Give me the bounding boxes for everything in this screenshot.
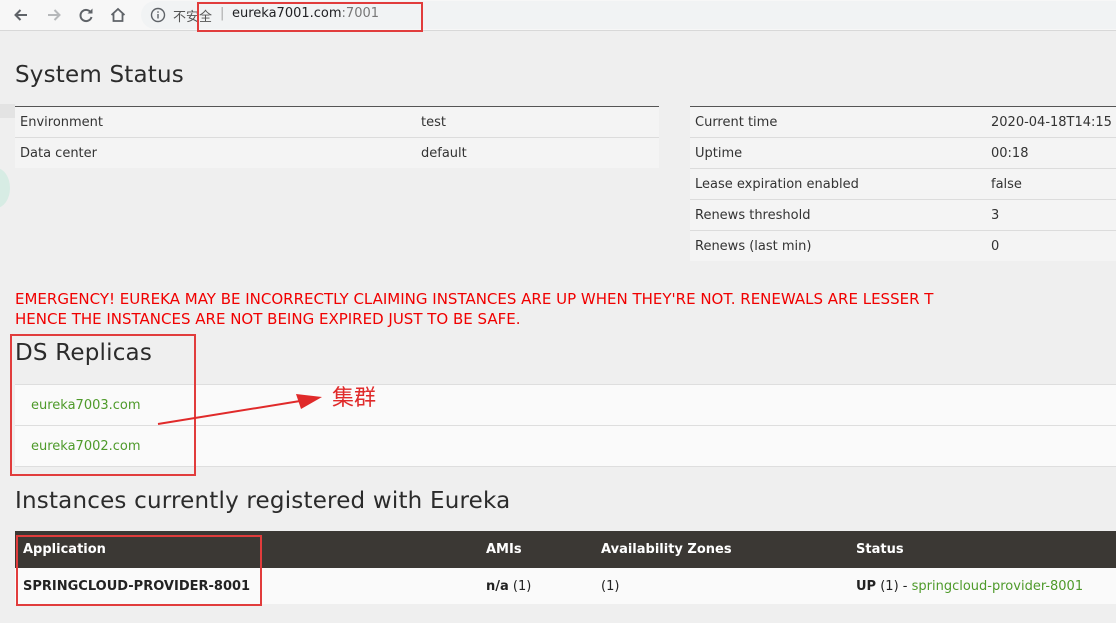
status-cell: UP (1) - springcloud-provider-8001 — [848, 568, 1116, 604]
current-time-value: 2020-04-18T14:15 — [986, 106, 1116, 138]
status-count: (1) - — [880, 578, 908, 594]
info-icon[interactable] — [150, 7, 166, 23]
instances-title: Instances currently registered with Eure… — [15, 488, 511, 514]
col-status: Status — [848, 531, 1116, 568]
home-icon — [110, 7, 126, 22]
system-status-left-table: Environment test Data center default — [15, 106, 659, 168]
system-status-title: System Status — [15, 62, 184, 88]
browser-toolbar: 不安全 | eureka7001.com:7001 — [0, 0, 1116, 32]
lease-expiration-value: false — [986, 168, 1116, 200]
table-row: Current time 2020-04-18T14:15 — [690, 106, 1116, 138]
cluster-annotation: 集群 — [332, 386, 377, 411]
amis-cell: n/a (1) — [478, 568, 593, 604]
forward-button[interactable] — [42, 3, 66, 27]
emergency-warning: EMERGENCY! EUREKA MAY BE INCORRECTLY CLA… — [15, 289, 1116, 329]
table-row: Environment test — [15, 106, 659, 138]
back-button[interactable] — [9, 3, 33, 27]
status-value: UP — [856, 578, 877, 594]
system-status-right-table: Current time 2020-04-18T14:15 Uptime 00:… — [690, 106, 1116, 261]
renews-threshold-key: Renews threshold — [690, 199, 986, 231]
zones-cell: (1) — [593, 568, 848, 604]
home-button[interactable] — [106, 3, 130, 27]
table-row: Renews threshold 3 — [690, 199, 1116, 231]
amis-count: (1) — [512, 578, 532, 594]
renews-threshold-value: 3 — [986, 199, 1116, 231]
forward-arrow-icon — [48, 9, 61, 21]
col-amis: AMIs — [478, 531, 593, 568]
lease-expiration-key: Lease expiration enabled — [690, 168, 986, 200]
instance-link[interactable]: springcloud-provider-8001 — [912, 579, 1083, 594]
annotation-arrow-icon — [157, 394, 322, 425]
env-key: Environment — [15, 106, 416, 138]
url-highlight-box — [197, 2, 423, 32]
back-arrow-icon — [14, 9, 27, 21]
env-value: test — [416, 106, 659, 138]
uptime-value: 00:18 — [986, 137, 1116, 169]
reload-icon — [79, 8, 93, 23]
renews-last-min-value: 0 — [991, 238, 1000, 254]
side-decoration — [0, 104, 15, 118]
table-row: Data center default — [15, 138, 659, 169]
reload-button[interactable] — [74, 3, 98, 27]
uptime-key: Uptime — [690, 137, 986, 169]
datacenter-value: default — [421, 145, 467, 161]
emergency-line-2: HENCE THE INSTANCES ARE NOT BEING EXPIRE… — [15, 310, 521, 328]
table-row: Lease expiration enabled false — [690, 168, 1116, 200]
renews-last-min-key: Renews (last min) — [695, 238, 812, 254]
emergency-line-1: EMERGENCY! EUREKA MAY BE INCORRECTLY CLA… — [15, 290, 934, 308]
table-row: Uptime 00:18 — [690, 137, 1116, 169]
datacenter-key: Data center — [20, 145, 97, 161]
table-row: Renews (last min) 0 — [690, 231, 1116, 262]
amis-value: n/a — [486, 578, 509, 594]
current-time-key: Current time — [690, 106, 986, 138]
application-highlight-box — [16, 535, 262, 606]
side-bubble — [0, 168, 10, 208]
col-availability-zones: Availability Zones — [593, 531, 848, 568]
